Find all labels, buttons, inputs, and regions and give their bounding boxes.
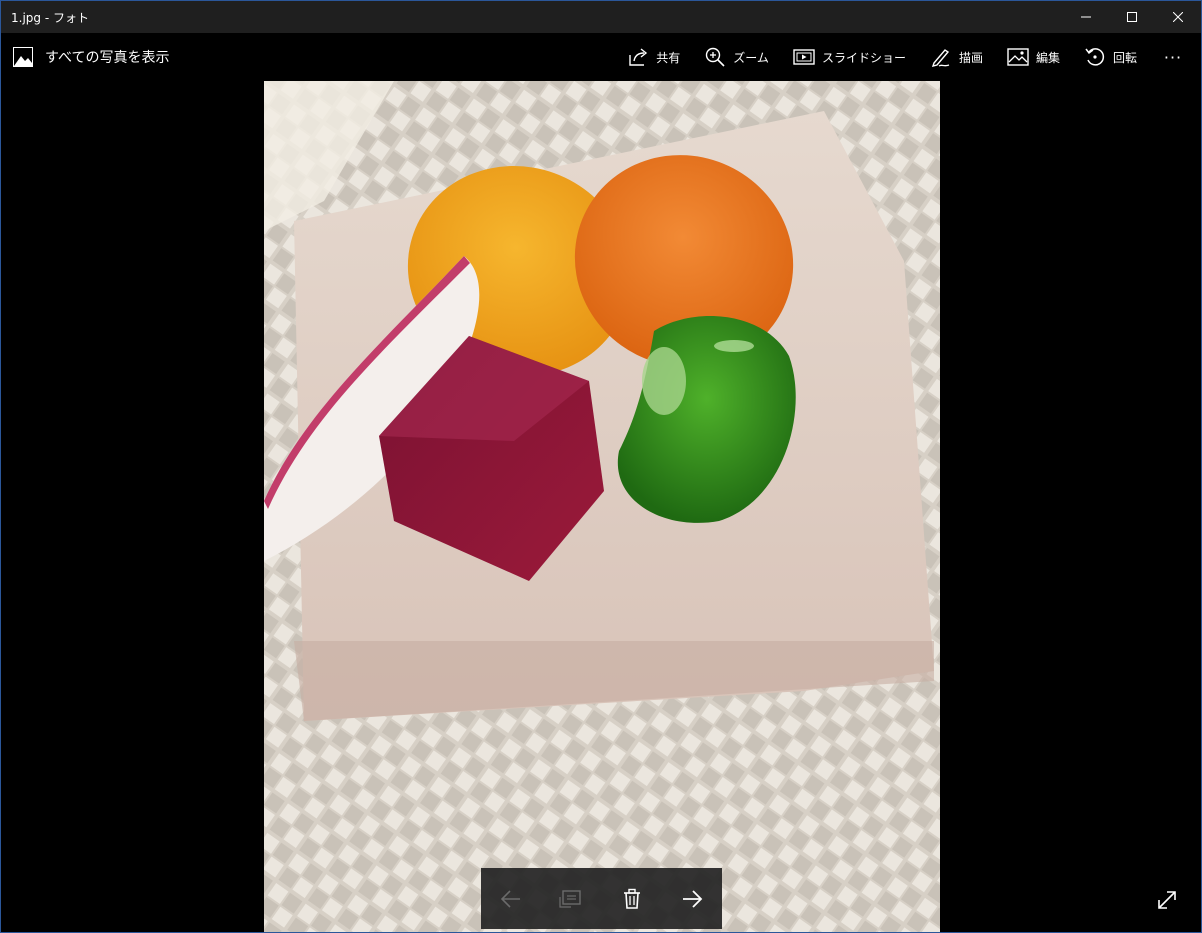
photo-collection-icon — [13, 47, 33, 67]
draw-button[interactable]: 描画 — [918, 33, 995, 81]
share-label: 共有 — [656, 50, 681, 65]
photo-image — [264, 81, 940, 932]
title-bar: 1.jpg - フォト — [1, 1, 1201, 33]
rotate-button[interactable]: 回転 — [1072, 33, 1149, 81]
slideshow-button[interactable]: スライドショー — [781, 33, 918, 81]
close-button[interactable] — [1155, 1, 1201, 33]
edit-button[interactable]: 編集 — [995, 33, 1072, 81]
see-all-photos-button[interactable]: すべての写真を表示 — [13, 45, 169, 69]
window-controls — [1063, 1, 1201, 33]
arrow-right-icon — [682, 889, 703, 908]
more-options-button[interactable]: ··· — [1149, 33, 1201, 81]
command-items: 共有 ズーム スライドショー 描画 編集 回転 ··· — [615, 33, 1201, 81]
rotate-label: 回転 — [1112, 50, 1137, 65]
filmstrip-icon — [559, 889, 582, 908]
close-icon — [1173, 12, 1183, 22]
draw-icon — [931, 49, 950, 67]
slideshow-label: スライドショー — [821, 50, 906, 65]
bottom-nav-bar — [481, 868, 722, 929]
photo-content — [264, 81, 940, 932]
minimize-icon — [1081, 16, 1091, 18]
fullscreen-button[interactable] — [1154, 887, 1180, 913]
minimize-button[interactable] — [1063, 1, 1109, 33]
share-button[interactable]: 共有 — [615, 33, 692, 81]
next-button[interactable] — [672, 879, 712, 919]
arrow-left-icon — [500, 889, 521, 908]
expand-icon — [1158, 891, 1176, 909]
see-all-photos-label: すべての写真を表示 — [45, 50, 170, 66]
zoom-label: ズーム — [733, 50, 769, 65]
delete-button[interactable] — [612, 879, 652, 919]
share-icon — [629, 48, 648, 66]
more-icon: ··· — [1163, 47, 1183, 67]
maximize-button[interactable] — [1109, 1, 1155, 33]
draw-label: 描画 — [958, 50, 983, 65]
edit-icon — [1007, 48, 1029, 66]
slideshow-icon — [793, 49, 815, 65]
window-title: 1.jpg - フォト — [11, 10, 89, 25]
filmstrip-button[interactable] — [551, 879, 591, 919]
rotate-icon — [1085, 48, 1105, 66]
zoom-icon — [706, 47, 725, 67]
maximize-icon — [1127, 12, 1137, 22]
edit-label: 編集 — [1035, 50, 1060, 65]
photos-window: 1.jpg - フォト すべての写真を表示 共有 ズーム スライドショー 描画 … — [0, 0, 1202, 933]
previous-button[interactable] — [491, 879, 531, 919]
trash-icon — [623, 888, 640, 909]
zoom-button[interactable]: ズーム — [692, 33, 781, 81]
command-bar: すべての写真を表示 共有 ズーム スライドショー 描画 編集 回転 ··· — [1, 33, 1201, 81]
